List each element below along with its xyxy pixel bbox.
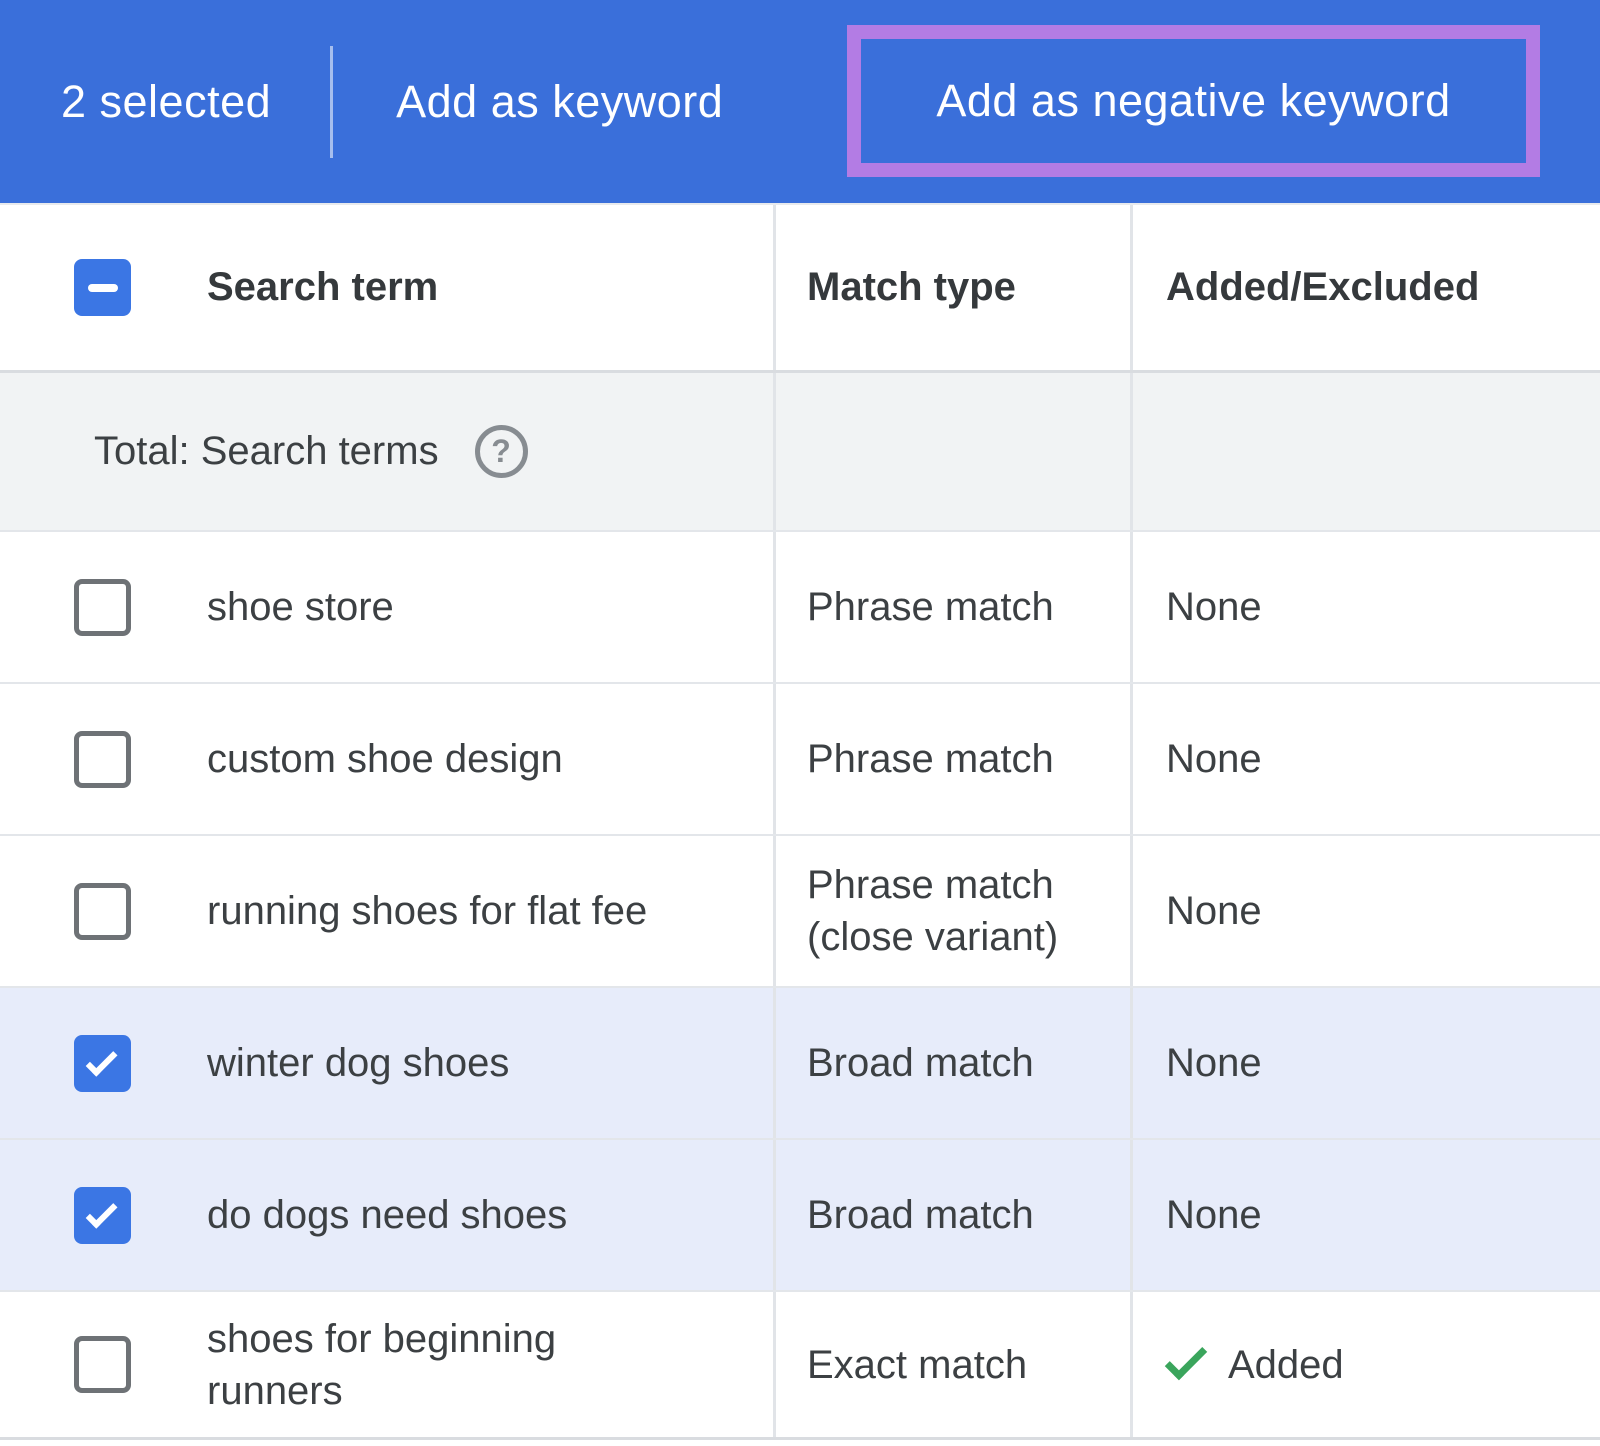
table-row: custom shoe design Phrase match None [0,682,1600,834]
search-terms-table: Search term Match type Added/Excluded To… [0,203,1600,1440]
match-type-text: Broad match [807,1037,1034,1089]
column-header-search-term[interactable]: Search term [207,265,438,310]
header-cell-added-excluded: Added/Excluded [1133,205,1600,370]
match-type-text: Phrase match [807,581,1054,633]
match-type-text: Phrase match (close variant) [807,859,1058,963]
checkmark-icon [85,1196,117,1228]
row-checkbox[interactable] [74,1035,131,1092]
selected-count: 2 selected [61,76,271,128]
total-row: Total: Search terms ? [0,370,1600,530]
select-all-checkbox[interactable] [74,259,131,316]
help-icon[interactable]: ? [475,425,528,478]
row-checkbox[interactable] [74,1187,131,1244]
add-as-keyword-button[interactable]: Add as keyword [396,76,723,128]
search-term-text: custom shoe design [207,733,563,785]
table-header-row: Search term Match type Added/Excluded [0,205,1600,370]
row-checkbox[interactable] [74,1336,131,1393]
search-term-text: do dogs need shoes [207,1189,567,1241]
match-type-text: Phrase match [807,733,1054,785]
added-excluded-text: None [1166,581,1262,633]
added-excluded-text: None [1166,1189,1262,1241]
search-term-text: running shoes for flat fee [207,885,647,937]
table-row: shoes for beginning runners Exact match … [0,1290,1600,1440]
table-row: shoe store Phrase match None [0,530,1600,682]
added-excluded-text: None [1166,1037,1262,1089]
row-checkbox[interactable] [74,579,131,636]
row-checkbox[interactable] [74,731,131,788]
table-row: running shoes for flat fee Phrase match … [0,834,1600,986]
total-label: Total: Search terms [94,429,439,474]
header-cell-search-term: Search term [0,205,776,370]
added-excluded-text: Added [1228,1339,1344,1391]
header-cell-match-type: Match type [776,205,1133,370]
selection-toolbar: 2 selected Add as keyword Add as negativ… [0,0,1600,203]
search-term-text: shoes for beginning runners [207,1313,556,1417]
search-term-text: shoe store [207,581,394,633]
match-type-text: Broad match [807,1189,1034,1241]
search-term-text: winter dog shoes [207,1037,509,1089]
added-excluded-text: None [1166,885,1262,937]
checkmark-icon [85,1044,117,1076]
row-checkbox[interactable] [74,883,131,940]
toolbar-divider [330,46,333,158]
table-row: winter dog shoes Broad match None [0,986,1600,1138]
search-terms-panel: 2 selected Add as keyword Add as negativ… [0,0,1600,1446]
indeterminate-icon [88,284,118,292]
column-header-added-excluded[interactable]: Added/Excluded [1166,265,1479,310]
add-as-negative-keyword-button[interactable]: Add as negative keyword [847,25,1540,177]
added-excluded-text: None [1166,733,1262,785]
match-type-text: Exact match [807,1339,1027,1391]
green-check-icon [1165,1337,1207,1379]
column-header-match-type[interactable]: Match type [807,265,1016,310]
table-row: do dogs need shoes Broad match None [0,1138,1600,1290]
